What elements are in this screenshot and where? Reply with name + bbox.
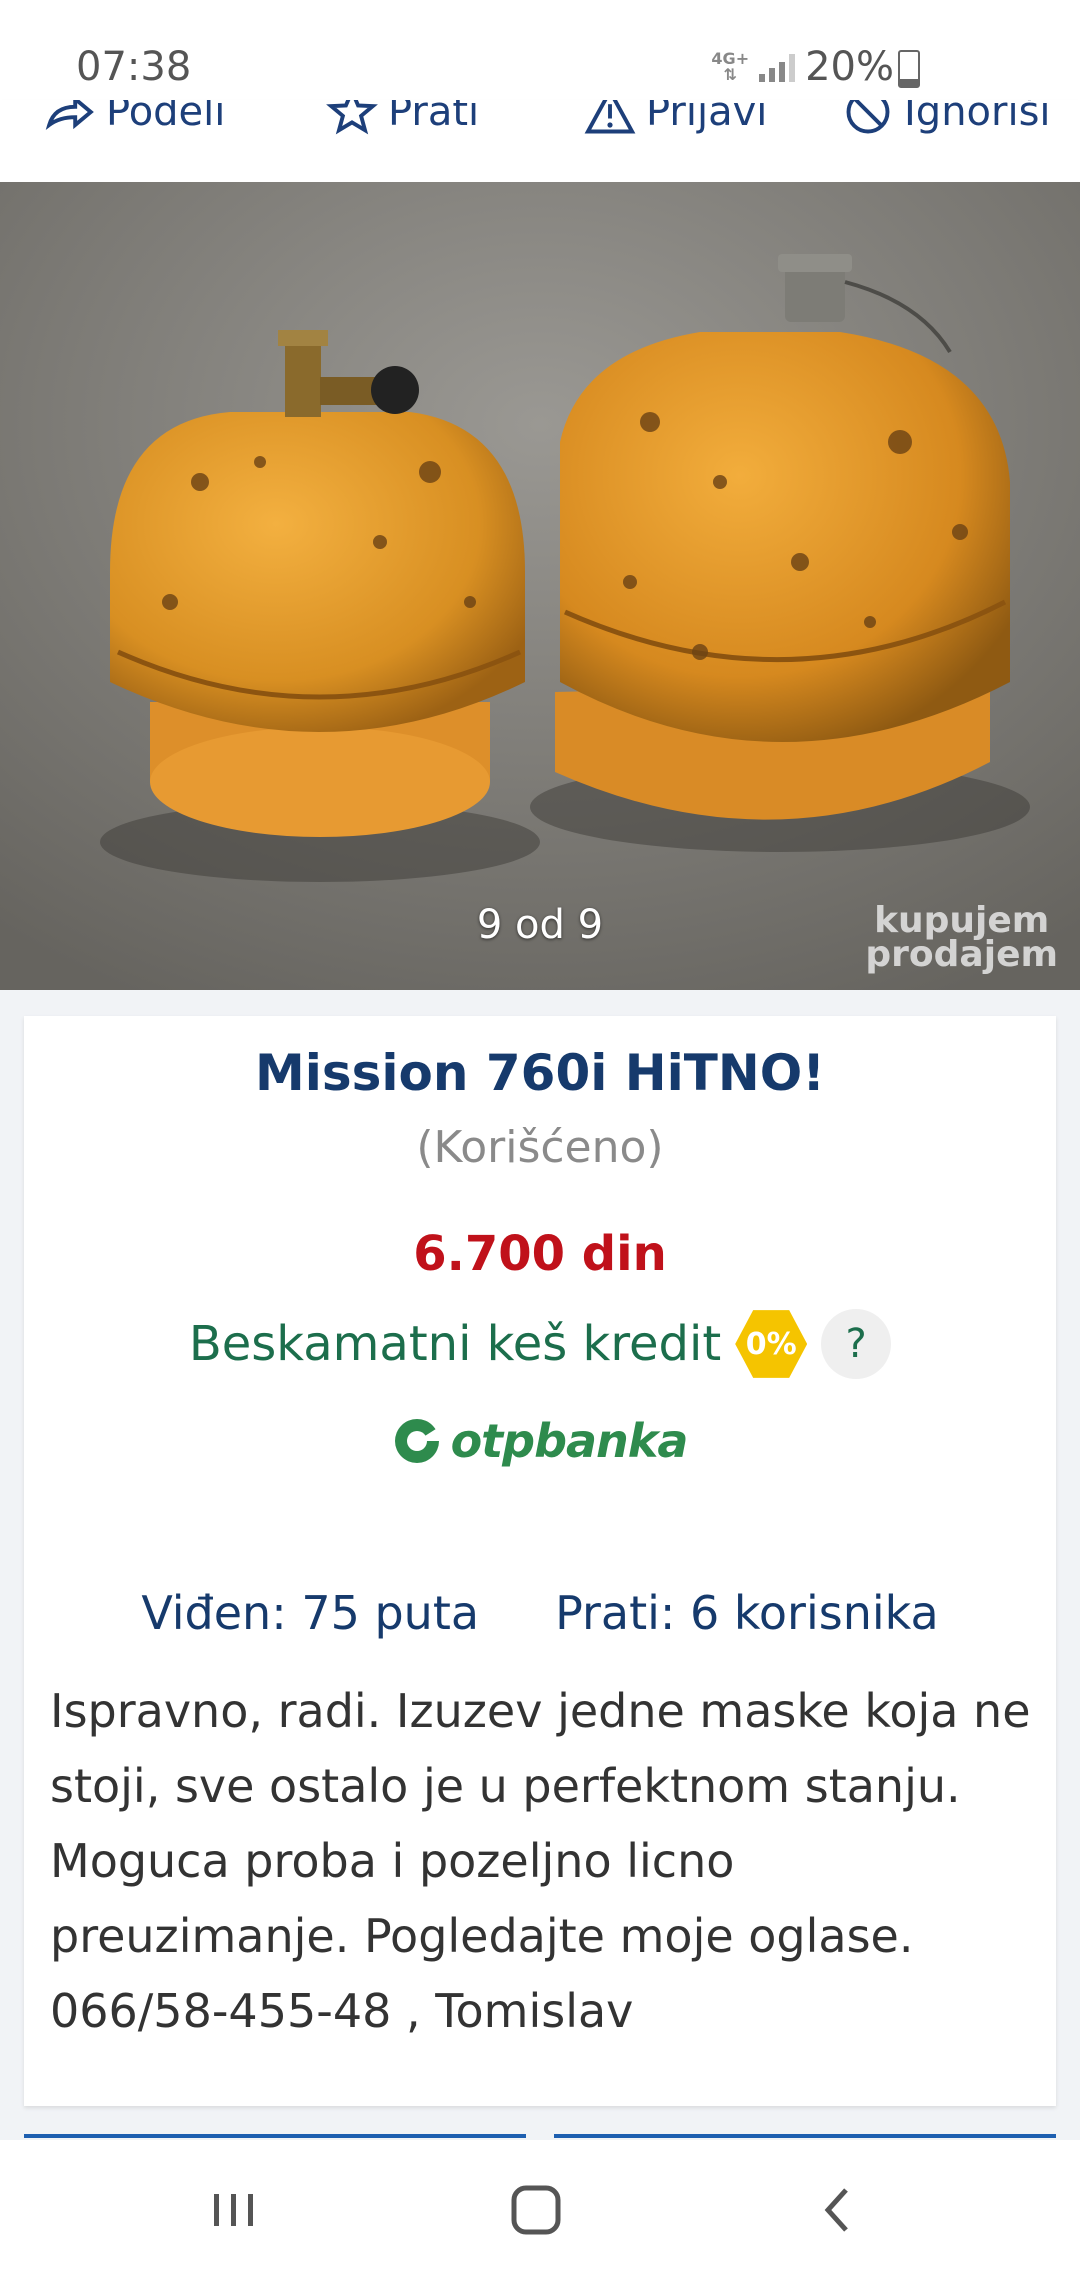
credit-help-button[interactable]: ? (821, 1309, 892, 1379)
ignore-button[interactable]: Ignoriši (842, 100, 1051, 138)
views-count: Viđen: 75 puta (141, 1586, 480, 1640)
warning-icon (584, 100, 636, 134)
network-icon: 4G+ ⇅ (711, 49, 750, 84)
block-icon (846, 100, 890, 134)
battery-percent: 20% (805, 44, 894, 90)
tab-indicator-right (554, 2134, 1056, 2138)
listing-condition: (Korišćeno) (416, 1122, 664, 1173)
signal-icon (759, 52, 796, 82)
otp-logo-icon (394, 1419, 439, 1463)
listing-price: 6.700 din (413, 1226, 667, 1282)
credit-offer[interactable]: Beskamatni keš kredit 0% ? (24, 1308, 1056, 1380)
action-bar: Podeli Prati Prijavi Ignoriši (0, 100, 1080, 182)
share-icon (45, 100, 94, 131)
follow-label: Prati (388, 100, 480, 135)
credit-text: Beskamatni keš kredit (188, 1316, 722, 1372)
listing-photo[interactable]: 9 od 9 kupujem prodajem (0, 182, 1080, 990)
bank-logo: otpbanka (24, 1414, 1056, 1468)
gas-cylinders-image (0, 182, 1080, 990)
status-icons: 4G+ ⇅ 20% (711, 44, 894, 90)
zero-percent-badge: 0% (735, 1308, 808, 1380)
system-nav-bar (0, 2140, 1080, 2280)
bank-name: otpbanka (450, 1414, 689, 1468)
listing-title: Mission 760i HiTNO! (254, 1044, 826, 1102)
battery-icon (898, 50, 920, 88)
listing-stats: Viđen: 75 puta Prati: 6 korisnika (24, 1586, 1056, 1640)
tab-indicator-left (24, 2134, 526, 2138)
back-icon[interactable] (808, 2180, 868, 2240)
listing-card: Mission 760i HiTNO! (Korišćeno) 6.700 di… (24, 1016, 1056, 2106)
share-button[interactable]: Podeli (44, 100, 225, 138)
status-time: 07:38 (76, 44, 192, 90)
report-label: Prijavi (646, 100, 768, 135)
report-button[interactable]: Prijavi (584, 100, 767, 138)
ignore-label: Ignoriši (904, 100, 1051, 135)
share-label: Podeli (106, 100, 226, 135)
follow-button[interactable]: Prati (326, 100, 479, 138)
followers-count: Prati: 6 korisnika (555, 1586, 939, 1640)
listing-description: Ispravno, radi. Izuzev jedne maske koja … (50, 1684, 1031, 2038)
status-bar: 07:38 4G+ ⇅ 20% (0, 0, 1080, 100)
home-icon[interactable] (506, 2180, 566, 2240)
recent-apps-icon[interactable] (204, 2180, 264, 2240)
star-icon (326, 100, 378, 135)
watermark-logo: kupujem prodajem (865, 900, 1058, 975)
